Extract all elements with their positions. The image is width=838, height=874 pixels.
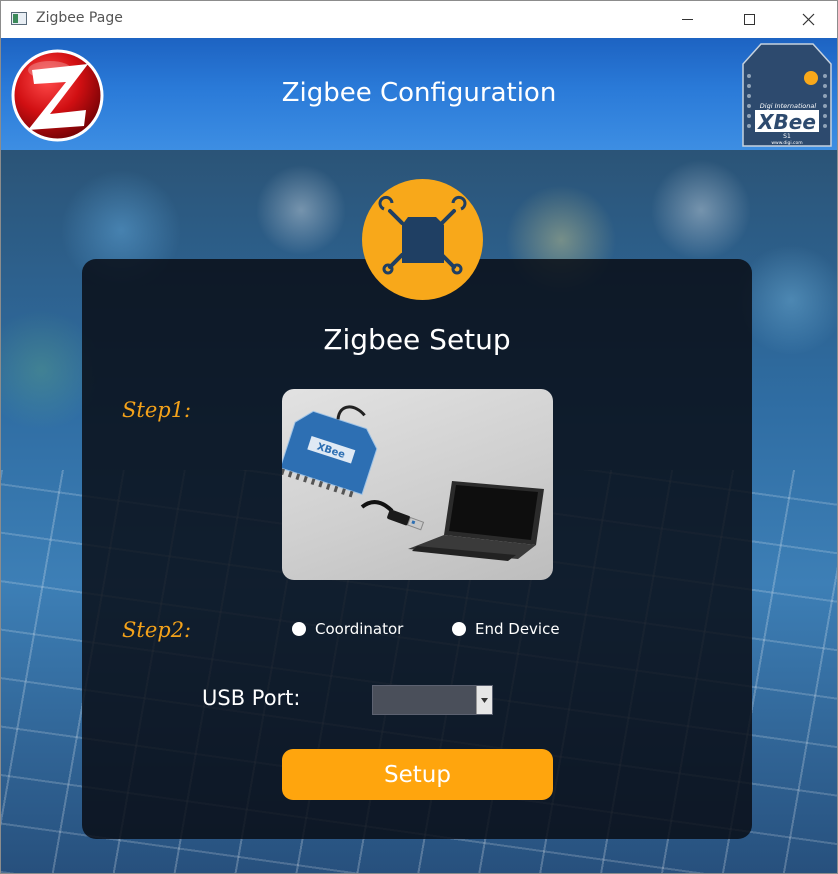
chevron-down-icon	[481, 697, 488, 703]
radio-coordinator-label: Coordinator	[315, 620, 404, 638]
minimize-icon	[681, 19, 693, 20]
close-icon	[802, 13, 814, 26]
module-tools-icon	[378, 195, 467, 275]
radio-indicator[interactable]	[452, 622, 466, 636]
device-illustration: XBee	[282, 405, 544, 561]
radio-end-device-label: End Device	[475, 620, 560, 638]
setup-button[interactable]: Setup	[282, 749, 553, 800]
xbee-brand: Digi International	[760, 102, 817, 110]
close-button[interactable]	[777, 1, 837, 38]
app-window: Zigbee Page Zigbee Configuration Digi In…	[0, 0, 838, 874]
maximize-button[interactable]	[718, 1, 780, 38]
window-app-icon	[11, 12, 27, 25]
radio-coordinator[interactable]: Coordinator	[292, 620, 403, 638]
header-banner: Zigbee Configuration Digi International …	[1, 38, 837, 150]
usb-port-label: USB Port:	[202, 686, 301, 710]
step1-label: Step1:	[122, 398, 192, 422]
xbee-url: www.digi.com	[771, 140, 802, 146]
xbee-product: XBee	[756, 110, 816, 134]
maximize-icon	[743, 14, 755, 25]
step2-label: Step2:	[122, 618, 192, 642]
window-title: Zigbee Page	[36, 10, 123, 26]
radio-indicator[interactable]	[292, 622, 306, 636]
xbee-module-usb-laptop-image: XBee	[282, 389, 553, 580]
minimize-button[interactable]	[656, 1, 718, 38]
header-title: Zigbee Configuration	[281, 78, 557, 108]
xbee-module-logo: Digi International XBee S1 www.digi.com	[742, 43, 832, 147]
title-bar[interactable]: Zigbee Page	[1, 1, 837, 38]
setup-badge	[362, 179, 483, 300]
radio-end-device[interactable]: End Device	[452, 620, 560, 638]
xbee-model: S1	[783, 133, 791, 140]
dropdown-arrow[interactable]	[476, 686, 492, 714]
usb-port-select[interactable]	[372, 685, 493, 715]
setup-title: Zigbee Setup	[323, 323, 511, 356]
